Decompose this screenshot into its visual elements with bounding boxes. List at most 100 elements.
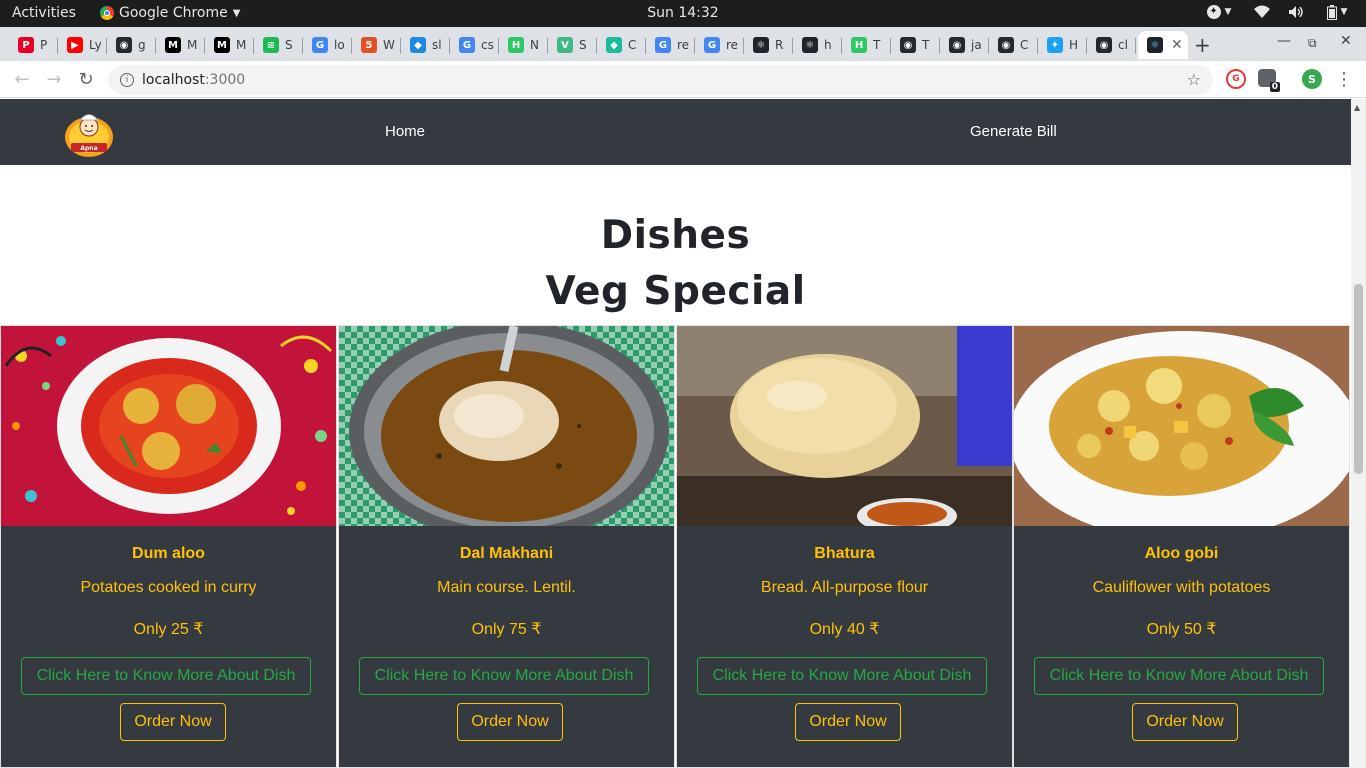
browser-tab[interactable]: Gcs (450, 31, 499, 59)
order-now-button[interactable]: Order Now (795, 703, 901, 741)
wifi-icon[interactable] (1254, 4, 1270, 20)
dish-name: Dal Makhani (459, 545, 554, 562)
app-name: Google Chrome (119, 5, 228, 21)
app-menu[interactable]: Google Chrome ▼ (100, 5, 240, 21)
page-viewport: Apna Home Generate Bill Dishes Veg Speci… (0, 99, 1351, 768)
menu-kebab-icon[interactable]: ⋮ (1334, 69, 1354, 90)
address-bar[interactable]: i localhost:3000 ☆ (108, 65, 1213, 95)
page-subtitle: Veg Special (545, 269, 806, 314)
browser-tab-active[interactable]: ⚛ ✕ (1138, 31, 1188, 59)
scrollbar-thumb[interactable] (1354, 284, 1363, 474)
react-icon: ⚛ (753, 37, 769, 53)
know-more-button[interactable]: Click Here to Know More About Dish (359, 657, 649, 695)
system-tray[interactable]: ✦ ▼ ▼ (1202, 4, 1352, 20)
minimize-button[interactable]: — (1277, 33, 1291, 49)
browser-tab-label: h (824, 38, 832, 52)
extension-badge-count: 0 (1269, 82, 1280, 92)
browser-tab-label: ja (971, 38, 982, 52)
browser-tab-label: W (383, 38, 395, 52)
browser-tab-label: S (579, 38, 587, 52)
nav-link-home[interactable]: Home (385, 123, 425, 140)
hackerrank-icon: H (508, 37, 524, 53)
browser-tab[interactable]: ◉ T (891, 31, 940, 59)
dish-price: Only 50 ₹ (1146, 621, 1217, 638)
browser-tab-label: C (1020, 38, 1029, 52)
dish-description: Cauliflower with potatoes (1092, 579, 1271, 596)
browser-tab-label: g (138, 38, 146, 52)
extension-badge-icon[interactable]: 0 (1258, 69, 1280, 92)
know-more-button[interactable]: Click Here to Know More About Dish (697, 657, 987, 695)
info-icon[interactable]: i (120, 73, 134, 87)
browser-tab-label: cl (1118, 38, 1128, 52)
dish-description: Bread. All-purpose flour (760, 579, 929, 596)
browser-tab[interactable]: ▶ Ly (58, 31, 107, 59)
browser-tab[interactable]: HN (499, 31, 548, 59)
close-window-button[interactable]: ✕ (1340, 33, 1352, 49)
profile-avatar[interactable]: S (1302, 69, 1322, 89)
new-tab-button[interactable]: + (1194, 33, 1211, 57)
browser-tab-label: lo (334, 38, 345, 52)
os-top-bar: Activities Google Chrome ▼ Sun 14:32 ✦ ▼ … (0, 0, 1366, 27)
site-navbar: Apna Home Generate Bill (0, 99, 1351, 165)
browser-tab[interactable]: MM (156, 31, 205, 59)
dish-image (339, 326, 674, 526)
dish-description: Main course. Lentil. (437, 579, 576, 596)
back-button[interactable]: ← (12, 69, 32, 90)
close-tab-icon[interactable]: ✕ (1171, 37, 1183, 53)
github-icon: ◉ (998, 37, 1014, 53)
order-now-button[interactable]: Order Now (457, 703, 563, 741)
extension-icon[interactable]: G (1226, 69, 1246, 89)
dish-price: Only 40 ₹ (809, 621, 880, 638)
dish-description: Potatoes cooked in curry (80, 579, 257, 596)
browser-tab-label: re (726, 38, 739, 52)
browser-tab[interactable]: ⚛ h (793, 31, 842, 59)
browser-tab[interactable]: Glo (303, 31, 352, 59)
restore-button[interactable]: ⧉ (1308, 36, 1317, 51)
page-scrollbar[interactable]: ▲ (1351, 99, 1366, 768)
browser-tab[interactable]: 5W (352, 31, 401, 59)
browser-tab[interactable]: MM (205, 31, 254, 59)
battery-icon[interactable]: ▼ (1322, 4, 1352, 20)
bookmark-star-icon[interactable]: ☆ (1187, 70, 1201, 89)
browser-tab[interactable]: ✦ H (1038, 31, 1087, 59)
dish-card: Dum aloo Potatoes cooked in curry Only 2… (0, 325, 337, 768)
browser-tab-label: C (628, 38, 637, 52)
browser-tab[interactable]: ◉ cl (1087, 31, 1136, 59)
react-icon: ⚛ (1147, 37, 1163, 53)
browser-tab[interactable]: ◉ g (107, 31, 156, 59)
browser-tab[interactable]: ◆ C (597, 31, 646, 59)
browser-tab[interactable]: ◆ sl (401, 31, 450, 59)
browser-tab[interactable]: PP (9, 31, 58, 59)
know-more-button[interactable]: Click Here to Know More About Dish (1034, 657, 1324, 695)
browser-tab[interactable]: Gre (695, 31, 744, 59)
site-logo[interactable]: Apna (63, 107, 115, 159)
browser-tab-label: H (1069, 38, 1079, 52)
browser-tab[interactable]: ◉ ja (940, 31, 989, 59)
browser-tab[interactable]: HT (842, 31, 891, 59)
dish-card: Aloo gobi Cauliflower with potatoes Only… (1013, 325, 1350, 768)
browser-tab[interactable]: ≋ S (254, 31, 303, 59)
svg-text:Apna: Apna (80, 145, 97, 152)
chevron-down-icon: ▼ (232, 7, 241, 19)
browser-toolbar: ← → ↻ i localhost:3000 ☆ G 0 S ⋮ (0, 61, 1366, 98)
github-icon: ◉ (116, 37, 132, 53)
order-now-button[interactable]: Order Now (1132, 703, 1238, 741)
dish-name: Aloo gobi (1144, 545, 1219, 562)
scroll-up-icon[interactable]: ▲ (1354, 103, 1360, 112)
know-more-button[interactable]: Click Here to Know More About Dish (21, 657, 311, 695)
forward-button[interactable]: → (44, 69, 64, 90)
dish-image (1, 326, 336, 526)
accessibility-icon[interactable]: ✦ ▼ (1202, 4, 1236, 20)
order-now-button[interactable]: Order Now (120, 703, 226, 741)
nav-link-generate-bill[interactable]: Generate Bill (970, 123, 1057, 140)
browser-tab[interactable]: VS (548, 31, 597, 59)
browser-tab[interactable]: ◉ C (989, 31, 1038, 59)
github-icon: ◉ (1096, 37, 1112, 53)
browser-tab[interactable]: Gre (646, 31, 695, 59)
reload-button[interactable]: ↻ (76, 69, 96, 90)
browser-tab[interactable]: ⚛ R (744, 31, 793, 59)
twitter-icon: ✦ (1047, 37, 1063, 53)
volume-icon[interactable] (1288, 4, 1304, 20)
activities-button[interactable]: Activities (12, 5, 76, 21)
browser-tab-label: Ly (89, 38, 102, 52)
